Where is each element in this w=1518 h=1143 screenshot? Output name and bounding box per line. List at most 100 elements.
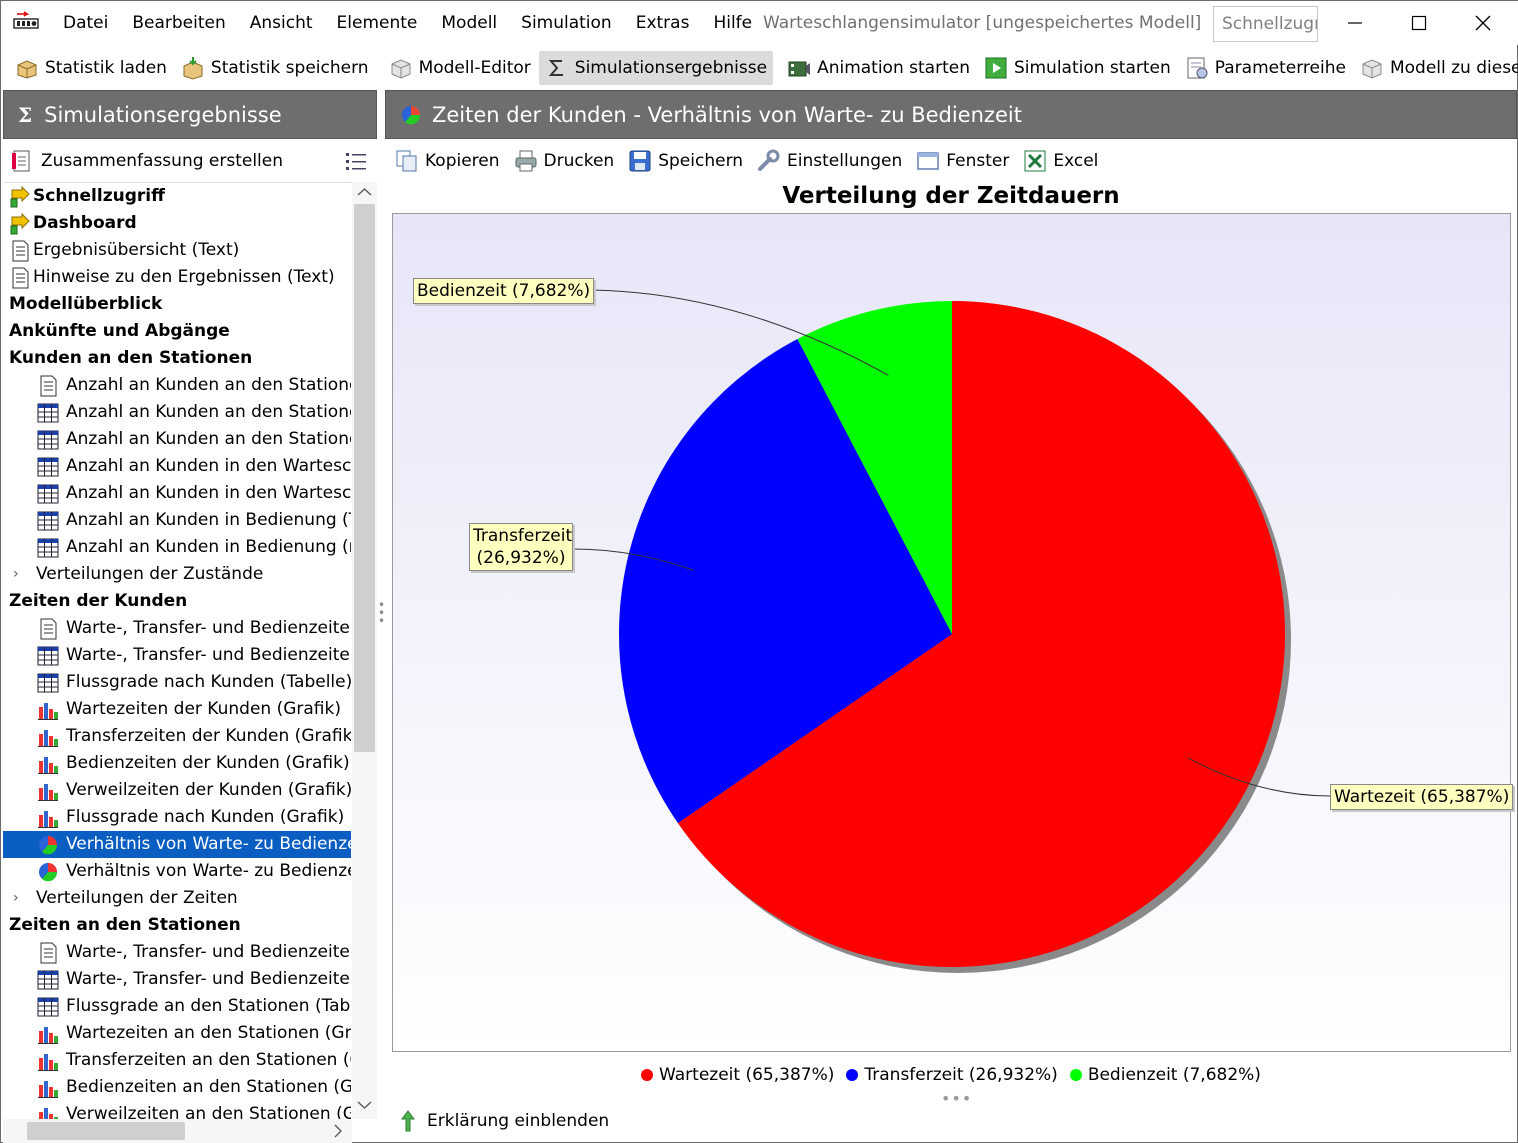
tree-item[interactable]: Flussgrade nach Kunden (Grafik) (3, 804, 351, 831)
tree-item-selected[interactable]: Verhältnis von Warte- zu Bedienzeit ( (3, 831, 351, 858)
save-button[interactable]: Speichern (628, 149, 743, 173)
tree-item[interactable]: Dashboard (3, 210, 351, 237)
menu-elements[interactable]: Elemente (325, 1, 430, 45)
tree-item[interactable]: Schnellzugriff (3, 183, 351, 210)
chevron-right-icon[interactable]: › (13, 885, 19, 912)
tree-group-header[interactable]: Modellüberblick (3, 291, 351, 318)
tree-item[interactable]: Transferzeiten der Kunden (Grafik) (3, 723, 351, 750)
tree-item[interactable]: Verweilzeiten der Kunden (Grafik) (3, 777, 351, 804)
tree-item-label: Verhältnis von Warte- zu Bedienzeit ( (66, 834, 351, 854)
menu-bar: Datei Bearbeiten Ansicht Elemente Modell… (51, 1, 764, 45)
tree-item[interactable]: Anzahl an Kunden in Bedienung (Tab (3, 507, 351, 534)
tree-group-header[interactable]: Ankünfte und Abgänge (3, 318, 351, 345)
menu-view[interactable]: Ansicht (238, 1, 325, 45)
minimize-button[interactable] (1323, 1, 1387, 45)
results-tools: Zusammenfassung erstellen (9, 144, 377, 178)
tree-item[interactable]: Hinweise zu den Ergebnissen (Text) (3, 264, 351, 291)
tree-item-label: Wartezeiten an den Stationen (Grafik (66, 1023, 351, 1043)
menu-extras[interactable]: Extras (624, 1, 702, 45)
tree-item[interactable]: Anzahl an Kunden in den Warteschla (3, 480, 351, 507)
tree-item[interactable]: Anzahl an Kunden an den Stationen (3, 372, 351, 399)
print-button[interactable]: Drucken (514, 149, 614, 173)
show-explanation-label: Erklärung einblenden (427, 1111, 610, 1131)
tree-item[interactable]: Ergebnisübersicht (Text) (3, 237, 351, 264)
tree-group-header[interactable]: Zeiten der Kunden (3, 588, 351, 615)
copy-button[interactable]: Kopieren (395, 149, 500, 173)
window-button[interactable]: Fenster (916, 149, 1009, 173)
simulation-results-label: Simulationsergebnisse (574, 58, 768, 78)
create-summary-label: Zusammenfassung erstellen (41, 151, 284, 171)
list-view-icon[interactable] (345, 150, 367, 172)
menu-file[interactable]: Datei (51, 1, 120, 45)
tree-item[interactable]: › Verteilungen der Zustände (3, 561, 351, 588)
show-explanation-button[interactable]: Erklärung einblenden (399, 1109, 609, 1133)
results-panel-header: Σ Simulationsergebnisse (3, 90, 377, 139)
tree-item[interactable]: Anzahl an Kunden an den Stationen (3, 399, 351, 426)
start-simulation-label: Simulation starten (1013, 58, 1171, 78)
chevron-up-icon[interactable] (352, 182, 377, 202)
bar-chart-icon (38, 757, 58, 774)
tree-item[interactable]: Wartezeiten an den Stationen (Grafik (3, 1020, 351, 1047)
menu-simulation[interactable]: Simulation (509, 1, 624, 45)
simulation-results-button[interactable]: Simulationsergebnisse (538, 51, 774, 85)
tree-item[interactable]: Warte-, Transfer- und Bedienzeiten a (3, 966, 351, 993)
tree-item[interactable]: Anzahl an Kunden in Bedienung (nac (3, 534, 351, 561)
tree-item[interactable]: Anzahl an Kunden in den Warteschla (3, 453, 351, 480)
maximize-button[interactable] (1387, 1, 1451, 45)
tree-item-label: Anzahl an Kunden in den Warteschla (66, 483, 351, 503)
load-statistics-button[interactable]: Statistik laden (9, 51, 173, 85)
tree-item[interactable]: Transferzeiten an den Stationen (Gra (3, 1047, 351, 1074)
title-bar: Datei Bearbeiten Ansicht Elemente Modell… (1, 1, 1518, 45)
tree-item-label: Wartezeiten der Kunden (Grafik) (66, 699, 341, 719)
tree-vertical-scroll-thumb[interactable] (354, 204, 375, 752)
chevron-down-icon[interactable] (352, 1095, 377, 1115)
tree-item[interactable]: Verweilzeiten an den Stationen (Grafi (3, 1101, 351, 1119)
save-label: Speichern (658, 151, 744, 171)
tree-item[interactable]: Flussgrade nach Kunden (Tabelle) (3, 669, 351, 696)
tree-group-header[interactable]: Zeiten an den Stationen (3, 912, 351, 939)
tree-horizontal-scroll-thumb[interactable] (27, 1122, 185, 1140)
start-animation-button[interactable]: Animation starten (781, 51, 976, 85)
table-icon (37, 997, 59, 1017)
chart-tools: Kopieren Drucken Speichern Einstellungen… (395, 144, 1112, 178)
model-editor-button[interactable]: Modell-Editor (383, 51, 537, 85)
chevron-right-icon[interactable] (328, 1119, 348, 1143)
tree-group-header[interactable]: Kunden an den Stationen (3, 345, 351, 372)
tree-item[interactable]: Warte-, Transfer- und Bedienzeiten d (3, 642, 351, 669)
quick-access-input[interactable] (1213, 6, 1318, 42)
tree-item-label: Verhältnis von Warte- zu Bedienzeit ( (66, 861, 351, 881)
menu-edit[interactable]: Bearbeiten (120, 1, 237, 45)
start-animation-label: Animation starten (817, 58, 970, 78)
settings-label: Einstellungen (787, 151, 903, 171)
excel-button[interactable]: Excel (1023, 149, 1098, 173)
tree-item[interactable]: Wartezeiten der Kunden (Grafik) (3, 696, 351, 723)
box-save-icon (183, 57, 203, 80)
chevron-right-icon[interactable]: › (13, 561, 19, 588)
bar-chart-icon (38, 811, 58, 828)
tree-item[interactable]: Bedienzeiten der Kunden (Grafik) (3, 750, 351, 777)
tree-item[interactable]: Warte-, Transfer- und Bedienzeiten a (3, 939, 351, 966)
close-button[interactable] (1451, 1, 1515, 45)
menu-model[interactable]: Modell (429, 1, 509, 45)
tree-item[interactable]: Warte-, Transfer- und Bedienzeiten d (3, 615, 351, 642)
bar-chart-icon (38, 1027, 58, 1044)
sigma-icon: Σ (18, 102, 33, 127)
tree-item-label: Flussgrade nach Kunden (Tabelle) (66, 672, 351, 692)
tree-item[interactable]: Flussgrade an den Stationen (Tabelle (3, 993, 351, 1020)
parameter-series-button[interactable]: Parameterreihe (1179, 51, 1352, 85)
tree-item[interactable]: › Verteilungen der Zeiten (3, 885, 351, 912)
start-simulation-button[interactable]: Simulation starten (978, 51, 1177, 85)
resize-grip[interactable]: ••• (941, 1089, 972, 1108)
tree-item[interactable]: Anzahl an Kunden an den Stationen (3, 426, 351, 453)
model-to-results-button[interactable]: Modell zu diesen Ergebnissen (1354, 51, 1518, 85)
create-summary-button[interactable]: Zusammenfassung erstellen (9, 149, 283, 173)
tree-item[interactable]: Verhältnis von Warte- zu Bedienzeit ( (3, 858, 351, 885)
tree-horizontal-scrollbar[interactable] (3, 1119, 352, 1143)
wrench-icon (758, 149, 780, 171)
tree-vertical-scrollbar[interactable] (352, 182, 377, 1119)
panel-splitter[interactable]: • • • (378, 599, 385, 631)
tree-item[interactable]: Bedienzeiten an den Stationen (Grafi (3, 1074, 351, 1101)
settings-button[interactable]: Einstellungen (757, 149, 902, 173)
menu-help[interactable]: Hilfe (701, 1, 764, 45)
save-statistics-button[interactable]: Statistik speichern (175, 51, 375, 85)
